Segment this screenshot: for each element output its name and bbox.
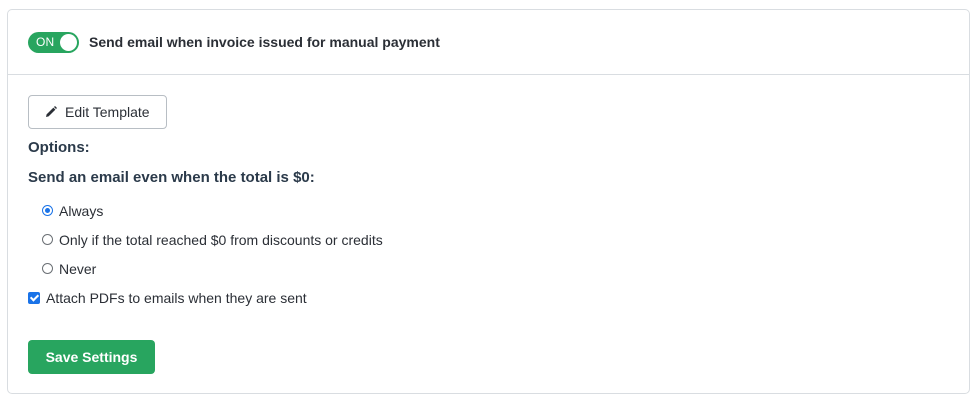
- edit-template-button[interactable]: Edit Template: [28, 95, 167, 129]
- zero-total-radio-group: Always Only if the total reached $0 from…: [28, 196, 949, 283]
- options-heading: Options:: [28, 139, 90, 156]
- attach-pdfs-option[interactable]: Attach PDFs to emails when they are sent: [28, 283, 949, 312]
- zero-total-question: Send an email even when the total is $0:: [28, 169, 315, 186]
- radio-never[interactable]: [42, 263, 53, 274]
- toggle-state-label: ON: [36, 34, 55, 49]
- card-header: ON Send email when invoice issued for ma…: [8, 10, 969, 75]
- edit-template-label: Edit Template: [65, 104, 150, 120]
- radio-label: Never: [59, 260, 97, 277]
- card-body: Edit Template Options: Send an email eve…: [8, 75, 969, 374]
- radio-always[interactable]: [42, 205, 53, 216]
- radio-label: Always: [59, 202, 104, 219]
- attach-pdfs-checkbox[interactable]: [28, 291, 40, 304]
- attach-pdfs-label: Attach PDFs to emails when they are sent: [46, 289, 307, 306]
- email-settings-card: ON Send email when invoice issued for ma…: [7, 9, 970, 394]
- radio-option-always[interactable]: Always: [42, 196, 949, 225]
- save-settings-button[interactable]: Save Settings: [28, 340, 155, 374]
- send-email-label: Send email when invoice issued for manua…: [89, 34, 440, 50]
- toggle-knob: [60, 33, 77, 51]
- radio-option-never[interactable]: Never: [42, 254, 949, 283]
- radio-label: Only if the total reached $0 from discou…: [59, 231, 383, 248]
- radio-discounts-credits[interactable]: [42, 234, 53, 245]
- send-email-toggle[interactable]: ON: [28, 31, 79, 53]
- pencil-icon: [46, 106, 57, 117]
- radio-option-discounts-credits[interactable]: Only if the total reached $0 from discou…: [42, 225, 949, 254]
